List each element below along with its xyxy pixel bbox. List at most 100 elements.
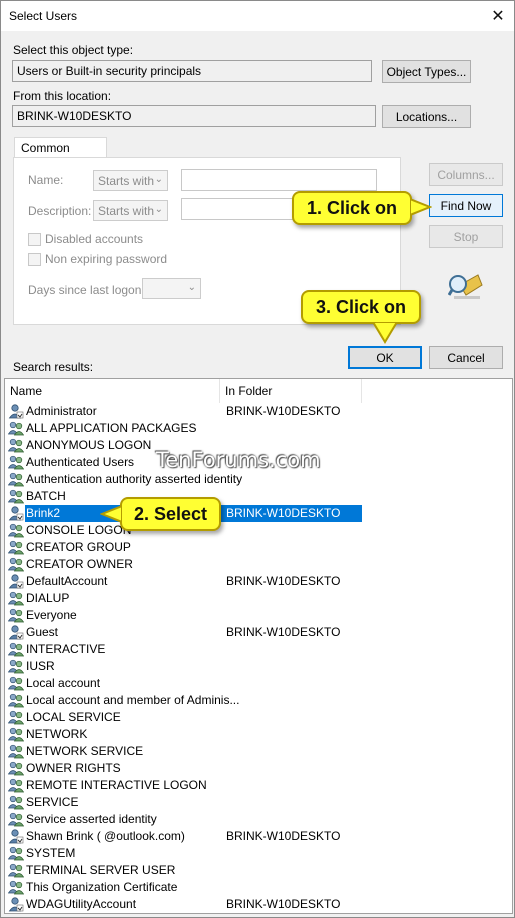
row-name: LOCAL SERVICE: [26, 710, 121, 724]
results-rows: Administrator BRINK-W10DESKTO ALL APPLICAT…: [5, 403, 512, 913]
row-name: Shawn Brink ( @outlook.com): [26, 829, 185, 843]
table-row[interactable]: LOCAL SERVICE: [5, 709, 512, 726]
group-icon: [7, 880, 25, 895]
non-expiring-password-label: Non expiring password: [45, 252, 168, 266]
days-since-logon-label: Days since last logon:: [28, 283, 145, 297]
non-expiring-password-checkbox-row[interactable]: Non expiring password: [28, 252, 167, 266]
callout-step2: 2. Select: [120, 497, 221, 531]
locations-button[interactable]: Locations...: [382, 105, 471, 128]
columns-button[interactable]: Columns...: [429, 163, 503, 186]
chevron-down-icon: ⌄: [154, 174, 163, 185]
row-name: SERVICE: [26, 795, 79, 809]
tab-common-queries[interactable]: Common Queries: [14, 137, 107, 169]
watermark: TenForums.com: [156, 448, 321, 472]
user-icon: [8, 829, 24, 844]
row-name: WDAGUtilityAccount: [26, 897, 137, 911]
chevron-down-icon: ⌄: [154, 204, 163, 215]
user-icon: [8, 897, 24, 912]
table-row[interactable]: CREATOR OWNER: [5, 556, 512, 573]
row-name: DefaultAccount: [26, 574, 108, 588]
ok-button[interactable]: OK: [348, 346, 422, 369]
cancel-button[interactable]: Cancel: [429, 346, 503, 369]
row-name: REMOTE INTERACTIVE LOGON: [26, 778, 207, 792]
row-name: CREATOR OWNER: [26, 557, 133, 571]
table-row[interactable]: Everyone: [5, 607, 512, 624]
row-name: TERMINAL SERVER USER: [26, 863, 176, 877]
disabled-accounts-checkbox[interactable]: [28, 232, 41, 246]
row-name: NETWORK SERVICE: [26, 744, 144, 758]
name-mode-select[interactable]: Starts with ⌄: [93, 170, 168, 191]
table-row[interactable]: Guest BRINK-W10DESKTO: [5, 624, 512, 641]
table-row[interactable]: NETWORK: [5, 726, 512, 743]
table-row[interactable]: OWNER RIGHTS: [5, 760, 512, 777]
table-row[interactable]: Shawn Brink ( @outlook.com) BRINK-W10DESK…: [5, 828, 512, 845]
table-row[interactable]: SYSTEM: [5, 845, 512, 862]
row-folder: BRINK-W10DESKTO: [226, 897, 341, 911]
row-name: Service asserted identity: [26, 812, 157, 826]
group-icon: [7, 642, 25, 657]
callout-step1: 1. Click on: [292, 191, 412, 225]
location-label: From this location:: [13, 89, 112, 103]
location-field: BRINK-W10DESKTO: [12, 105, 376, 127]
table-row[interactable]: CONSOLE LOGON: [5, 522, 512, 539]
group-icon: [7, 591, 25, 606]
row-name: BATCH: [26, 489, 66, 503]
close-icon[interactable]: ✕: [482, 1, 514, 31]
row-folder: BRINK-W10DESKTO: [226, 506, 341, 520]
table-row[interactable]: CREATOR GROUP: [5, 539, 512, 556]
object-types-button[interactable]: Object Types...: [382, 60, 471, 83]
table-row[interactable]: SERVICE: [5, 794, 512, 811]
row-name: Local account: [26, 676, 101, 690]
row-name: Local account and member of Adminis...: [26, 693, 240, 707]
table-row[interactable]: Administrator BRINK-W10DESKTO: [5, 403, 512, 420]
non-expiring-password-checkbox[interactable]: [28, 252, 41, 266]
description-mode-value: Starts with: [98, 204, 155, 218]
row-folder: BRINK-W10DESKTO: [226, 404, 341, 418]
days-since-logon-select[interactable]: ⌄: [142, 278, 201, 299]
table-row[interactable]: BATCH: [5, 488, 512, 505]
table-row[interactable]: Service asserted identity: [5, 811, 512, 828]
description-mode-select[interactable]: Starts with ⌄: [93, 200, 168, 221]
table-row[interactable]: Local account: [5, 675, 512, 692]
table-row[interactable]: Brink2 BRINK-W10DESKTO: [5, 505, 512, 522]
select-users-dialog: Select Users ✕ Select this object type: …: [0, 0, 515, 918]
table-row[interactable]: INTERACTIVE: [5, 641, 512, 658]
column-header-name[interactable]: Name: [5, 379, 220, 403]
group-icon: [7, 438, 25, 453]
table-row[interactable]: This Organization Certificate: [5, 879, 512, 896]
row-name: CREATOR GROUP: [26, 540, 131, 554]
row-name: Brink2: [26, 506, 61, 520]
table-row[interactable]: TERMINAL SERVER USER: [5, 862, 512, 879]
row-folder: BRINK-W10DESKTO: [226, 574, 341, 588]
group-icon: [7, 863, 25, 878]
row-folder: BRINK-W10DESKTO: [226, 829, 341, 843]
table-row[interactable]: WDAGUtilityAccount BRINK-W10DESKTO: [5, 896, 512, 913]
name-input[interactable]: [181, 169, 377, 191]
table-row[interactable]: ALL APPLICATION PACKAGES: [5, 420, 512, 437]
disabled-accounts-checkbox-row[interactable]: Disabled accounts: [28, 232, 143, 246]
table-row[interactable]: NETWORK SERVICE: [5, 743, 512, 760]
row-name: OWNER RIGHTS: [26, 761, 121, 775]
table-row[interactable]: Authentication authority asserted identi…: [5, 471, 512, 488]
user-icon: [8, 574, 24, 589]
object-type-label: Select this object type:: [13, 43, 134, 57]
group-icon: [7, 540, 25, 555]
find-now-button[interactable]: Find Now: [429, 194, 503, 217]
callout-step2-pointer: [100, 504, 122, 524]
table-row[interactable]: Local account and member of Adminis...: [5, 692, 512, 709]
name-label: Name:: [28, 173, 64, 187]
table-row[interactable]: REMOTE INTERACTIVE LOGON: [5, 777, 512, 794]
group-icon: [7, 846, 25, 861]
stop-button[interactable]: Stop: [429, 225, 503, 248]
group-icon: [7, 608, 25, 623]
table-row[interactable]: DIALUP: [5, 590, 512, 607]
group-icon: [7, 795, 25, 810]
row-name: SYSTEM: [26, 846, 76, 860]
group-icon: [7, 693, 25, 708]
row-name: Administrator: [26, 404, 97, 418]
table-row[interactable]: IUSR: [5, 658, 512, 675]
table-row[interactable]: DefaultAccount BRINK-W10DESKTO: [5, 573, 512, 590]
column-header-in-folder[interactable]: In Folder: [220, 379, 362, 403]
chevron-down-icon: ⌄: [187, 282, 196, 293]
description-label: Description:: [28, 204, 92, 218]
